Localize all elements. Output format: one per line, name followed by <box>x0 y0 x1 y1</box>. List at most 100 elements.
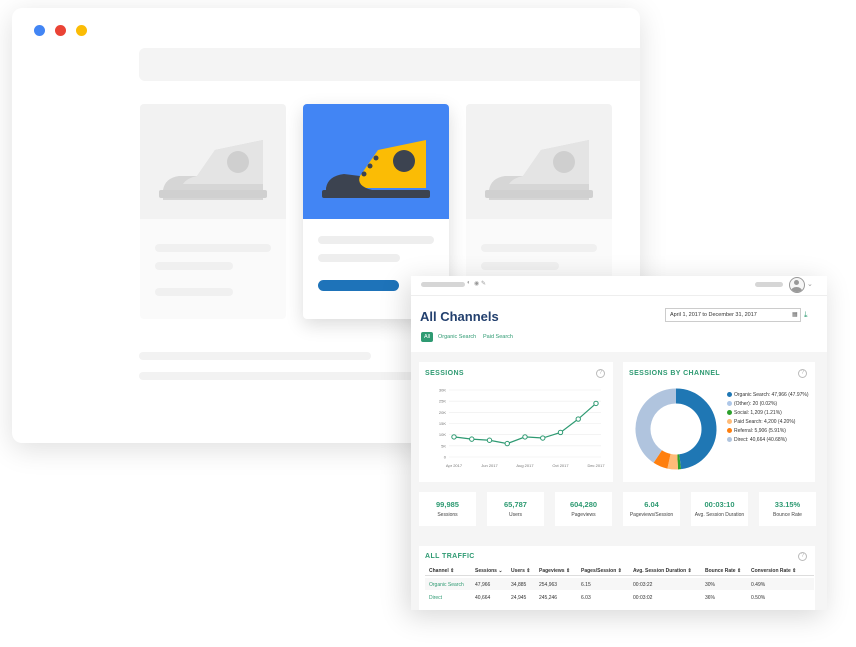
legend-swatch <box>727 428 732 433</box>
table-row[interactable]: Direct 40,664 24,945 245,246 6.03 00:03:02 36%… <box>425 591 814 603</box>
channel-link[interactable]: Direct <box>429 595 442 601</box>
table-cell: 36% <box>705 595 716 601</box>
sessions-by-channel-box: SESSIONS BY CHANNEL ? Organic Search: 47… <box>623 362 815 482</box>
metric-card: 00:03:10 Avg. Session Duration <box>691 492 748 526</box>
legend-item[interactable]: Direct: 40,664 (40.68%) <box>727 437 787 443</box>
card-line <box>481 244 597 252</box>
column-header[interactable]: Pageviews ⇕ <box>539 568 570 574</box>
by-channel-title: SESSIONS BY CHANNEL <box>629 370 721 377</box>
data-point[interactable] <box>522 434 528 440</box>
data-point[interactable] <box>557 429 564 436</box>
data-point[interactable] <box>540 435 546 441</box>
chevron-down-icon[interactable]: ⌄ <box>807 280 813 288</box>
legend-item[interactable]: Referral: 5,906 (5.91%) <box>727 428 786 434</box>
data-point[interactable] <box>486 437 493 443</box>
legend-swatch <box>727 401 732 406</box>
download-icon[interactable]: ⤓ <box>804 310 808 320</box>
view-icon[interactable]: ◐ <box>467 280 471 286</box>
calendar-icon[interactable]: ▦ <box>792 311 798 318</box>
dashboard-body: SESSIONS ? 0 5K 10K 15K 20K 25K 30K Apr 2017 Jun… <box>411 352 827 610</box>
y-tick-label: 25K <box>439 399 446 404</box>
product-card-1[interactable] <box>140 104 286 319</box>
column-header[interactable]: Sessions ⌄ <box>475 568 503 574</box>
metric-value: 6.04 <box>644 500 659 509</box>
table-cell: 34,885 <box>511 582 527 588</box>
table-cell: 254,963 <box>539 582 558 588</box>
legend-swatch <box>727 419 732 424</box>
table-cell: 47,966 <box>475 582 491 588</box>
dashboard-topbar: ◐ ◉ ✎ ⌄ <box>411 276 827 296</box>
table-cell: 00:03:22 <box>633 582 653 588</box>
y-tick-label: 30K <box>439 388 446 393</box>
data-point[interactable] <box>451 434 457 440</box>
metric-label: Users <box>508 512 523 518</box>
metric-value: 65,787 <box>504 500 527 509</box>
table-cell: 30% <box>705 582 716 588</box>
metric-card: 99,985 Sessions <box>419 492 476 526</box>
product-image-2 <box>303 104 449 219</box>
table-cell: 6.15 <box>581 582 591 588</box>
metric-label: Bounce Rate <box>773 512 802 518</box>
data-point[interactable] <box>575 416 581 422</box>
shoe-icon <box>322 140 430 198</box>
metric-value: 00:03:10 <box>704 500 735 509</box>
channel-link[interactable]: Organic Search <box>429 582 464 588</box>
shoe-icon <box>159 140 267 200</box>
blurred-account-name <box>421 282 465 287</box>
metric-value: 99,985 <box>436 500 459 509</box>
shoe-icon <box>485 140 593 200</box>
legend-swatch <box>727 410 732 415</box>
legend-item[interactable]: Social: 1,209 (1.21%) <box>727 410 782 416</box>
product-image-1 <box>140 104 286 219</box>
legend-label: Social: 1,209 (1.21%) <box>734 410 782 416</box>
card-line <box>318 236 434 244</box>
help-icon[interactable]: ? <box>798 369 807 378</box>
legend-item[interactable]: Paid Search: 4,200 (4.20%) <box>727 419 795 425</box>
metric-card: 33.15% Bounce Rate <box>759 492 816 526</box>
window-dot-red <box>55 25 66 36</box>
card-line <box>155 262 233 270</box>
donut-slice-referral[interactable] <box>653 450 671 469</box>
eye-icon[interactable]: ◉ <box>474 280 479 287</box>
date-range-input[interactable]: April 1, 2017 to December 31, 2017 <box>665 308 801 322</box>
tab-organic-search[interactable]: Organic Search <box>435 332 479 342</box>
x-tick-label: Jun 2017 <box>481 463 498 468</box>
data-point[interactable] <box>504 440 510 447</box>
legend-swatch <box>727 392 732 397</box>
column-header[interactable]: Conversion Rate ⇕ <box>751 568 796 574</box>
table-row[interactable]: Organic Search 47,966 34,885 254,963 6.15 00:… <box>425 578 814 590</box>
footer-line <box>139 352 371 360</box>
all-traffic-box: ALL TRAFFIC ? Channel ⇕ Sessions ⌄ Users ⇕… <box>419 546 815 610</box>
metric-value: 604,280 <box>569 500 598 509</box>
card-cta-button[interactable] <box>318 280 399 291</box>
column-header[interactable]: Pages/Session ⇕ <box>581 568 622 574</box>
column-header[interactable]: Avg. Session Duration ⇕ <box>633 568 692 574</box>
card-line <box>481 262 559 270</box>
data-point[interactable] <box>593 400 599 407</box>
window-dot-yellow <box>76 25 87 36</box>
table-cell: 0.49% <box>751 582 766 588</box>
column-header[interactable]: Channel ⇕ <box>429 568 454 574</box>
tab-all[interactable]: All <box>421 332 434 342</box>
metric-card: 6.04 Pageviews/Session <box>623 492 680 526</box>
donut-slice-direct[interactable] <box>635 388 677 463</box>
card-line <box>155 244 271 252</box>
donut-slice-paid-search[interactable] <box>667 453 679 470</box>
metric-label: Sessions <box>437 512 458 518</box>
sessions-chart-box: SESSIONS ? 0 5K 10K 15K 20K 25K 30K Apr 2017 Jun… <box>419 362 613 482</box>
footer-line <box>139 372 419 380</box>
user-avatar-icon[interactable] <box>789 277 805 293</box>
tab-paid-search[interactable]: Paid Search <box>480 332 516 342</box>
metric-label: Pageviews/Session <box>629 512 674 518</box>
column-header[interactable]: Bounce Rate ⇕ <box>705 568 741 574</box>
edit-icon[interactable]: ✎ <box>481 280 486 287</box>
metric-value: 33.15% <box>774 500 801 509</box>
data-point[interactable] <box>469 436 475 442</box>
donut-slice-organic-search[interactable] <box>675 388 717 470</box>
metric-card: 604,280 Pageviews <box>555 492 612 526</box>
legend-item[interactable]: (Other): 20 (0.02%) <box>727 401 777 407</box>
legend-item[interactable]: Organic Search: 47,966 (47.97%) <box>727 392 809 398</box>
legend-label: Referral: 5,906 (5.91%) <box>734 428 786 434</box>
legend-label: (Other): 20 (0.02%) <box>734 401 778 407</box>
column-header[interactable]: Users ⇕ <box>511 568 530 574</box>
